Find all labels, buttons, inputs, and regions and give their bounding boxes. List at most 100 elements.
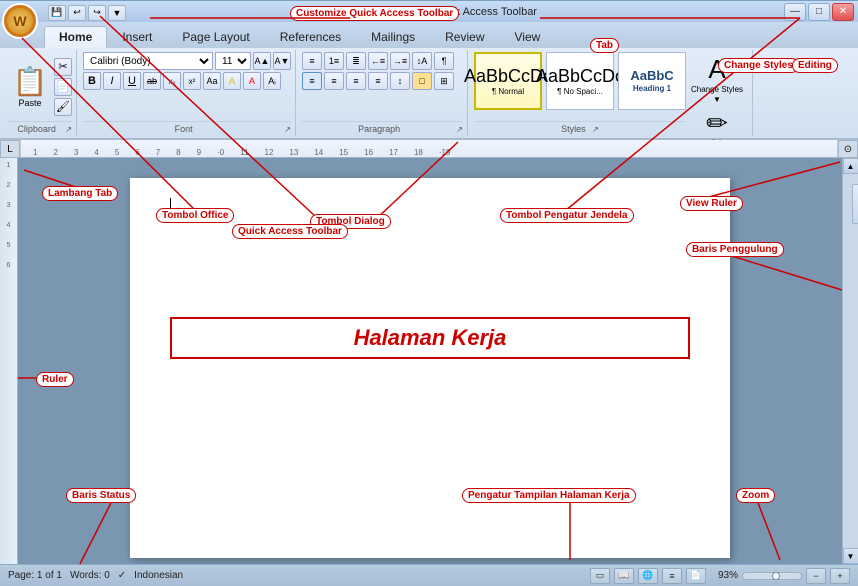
- increase-indent-button[interactable]: →≡: [390, 52, 410, 70]
- change-styles-dropdown[interactable]: ▼: [713, 95, 721, 104]
- ruler-container: L 1 2 3 4 5 6 7 8 9 ·0 11 12 13 14 15 16…: [0, 140, 858, 158]
- align-left-button[interactable]: ≡: [302, 72, 322, 90]
- maximize-button[interactable]: □: [808, 3, 830, 21]
- cut-button[interactable]: ✂: [54, 58, 72, 76]
- style-no-spacing-label: ¶ No Spaci...: [557, 87, 603, 96]
- web-layout-button[interactable]: 🌐: [638, 568, 658, 584]
- style-no-spacing-button[interactable]: AaBbCcDc ¶ No Spaci...: [546, 52, 614, 110]
- style-no-spacing-preview: AaBbCcDc: [536, 67, 624, 85]
- font-size-select[interactable]: 11: [215, 52, 251, 70]
- document-area[interactable]: Halaman Kerja: [18, 158, 842, 564]
- change-case-button[interactable]: Aa: [203, 72, 221, 90]
- tab-review[interactable]: Review: [430, 26, 499, 48]
- ruler-mark-19: ·19: [431, 148, 459, 157]
- subscript-button[interactable]: x₂: [163, 72, 181, 90]
- justify-button[interactable]: ≡: [368, 72, 388, 90]
- ribbon: Home Insert Page Layout References Maili…: [0, 22, 858, 140]
- qat-customize-button[interactable]: ▼: [108, 5, 126, 21]
- underline-button[interactable]: U: [123, 72, 141, 90]
- ruler-mark-18: 18: [406, 148, 431, 157]
- font-dialog-launcher[interactable]: ↗: [284, 125, 291, 134]
- font-color-button[interactable]: A: [243, 72, 261, 90]
- decrease-indent-button[interactable]: ←≡: [368, 52, 388, 70]
- superscript-button[interactable]: x²: [183, 72, 201, 90]
- copy-button[interactable]: 📄: [54, 78, 72, 96]
- office-button[interactable]: W: [2, 3, 38, 39]
- zoom-thumb: [772, 572, 780, 580]
- font-name-select[interactable]: Calibri (Body): [83, 52, 213, 70]
- vertical-scrollbar[interactable]: ▲ ▼: [842, 158, 858, 564]
- tab-page-layout[interactable]: Page Layout: [167, 26, 264, 48]
- font-content: Calibri (Body) 11 A▲ A▼ B I U ab x₂: [83, 52, 291, 121]
- zoom-slider[interactable]: [742, 572, 802, 580]
- format-painter-button[interactable]: 🖌: [54, 98, 72, 116]
- zoom-percent: 93%: [718, 570, 738, 581]
- change-styles-icon: A: [708, 54, 725, 85]
- ruler-mark-8: 8: [168, 148, 188, 157]
- text-cursor: [170, 198, 171, 214]
- numbering-button[interactable]: 1≡: [324, 52, 344, 70]
- styles-dialog-launcher[interactable]: ↗: [592, 125, 599, 134]
- sort-button[interactable]: ↕A: [412, 52, 432, 70]
- zoom-in-button[interactable]: +: [830, 568, 850, 584]
- page-info: Page: 1 of 1: [8, 570, 62, 581]
- qat-undo-button[interactable]: ↩: [68, 5, 86, 21]
- bullets-button[interactable]: ≡: [302, 52, 322, 70]
- style-heading1-button[interactable]: AaBbC Heading 1: [618, 52, 686, 110]
- qat-save-button[interactable]: 💾: [48, 5, 66, 21]
- clipboard-dialog-launcher[interactable]: ↗: [65, 125, 72, 134]
- tab-mailings[interactable]: Mailings: [356, 26, 430, 48]
- main-area: 1 2 3 4 5 6 Halaman Kerja ▲ ▼: [0, 158, 858, 564]
- app-container: W 💾 ↩ ↪ ▼ Customize Quick Access Toolbar…: [0, 0, 858, 586]
- tab-home[interactable]: Home: [44, 26, 107, 48]
- styles-group-label: Styles: [561, 124, 586, 134]
- tab-references[interactable]: References: [265, 26, 356, 48]
- draft-button[interactable]: 📄: [686, 568, 706, 584]
- borders-button[interactable]: ⊞: [434, 72, 454, 90]
- ruler-mark-5: 5: [107, 148, 127, 157]
- align-center-button[interactable]: ≡: [324, 72, 344, 90]
- zoom-out-button[interactable]: −: [806, 568, 826, 584]
- outline-button[interactable]: ≡: [662, 568, 682, 584]
- ruler-left-button[interactable]: L: [0, 140, 20, 158]
- view-ruler-button[interactable]: ⊙: [838, 140, 858, 158]
- show-hide-button[interactable]: ¶: [434, 52, 454, 70]
- clear-formatting-button[interactable]: Aᵢ: [263, 72, 281, 90]
- change-styles-button[interactable]: A Change Styles ▼: [690, 54, 744, 104]
- language[interactable]: Indonesian: [134, 570, 183, 581]
- tab-view[interactable]: View: [500, 26, 556, 48]
- v-ruler-2: 2: [7, 182, 11, 202]
- close-button[interactable]: ✕: [832, 3, 854, 21]
- full-reading-button[interactable]: 📖: [614, 568, 634, 584]
- multilevel-button[interactable]: ≣: [346, 52, 366, 70]
- scroll-thumb[interactable]: [852, 184, 858, 224]
- v-ruler-1: 1: [7, 162, 11, 182]
- ruler-mark-15: 15: [331, 148, 356, 157]
- title-bar: W 💾 ↩ ↪ ▼ Customize Quick Access Toolbar…: [0, 0, 858, 22]
- ruler-mark-7: 7: [148, 148, 168, 157]
- paragraph-dialog-launcher[interactable]: ↗: [456, 125, 463, 134]
- vertical-ruler: 1 2 3 4 5 6: [0, 158, 18, 564]
- scroll-down-button[interactable]: ▼: [843, 548, 858, 564]
- qat-redo-button[interactable]: ↪: [88, 5, 106, 21]
- shading-button[interactable]: □: [412, 72, 432, 90]
- align-right-button[interactable]: ≡: [346, 72, 366, 90]
- scroll-up-button[interactable]: ▲: [843, 158, 858, 174]
- italic-button[interactable]: I: [103, 72, 121, 90]
- strikethrough-button[interactable]: ab: [143, 72, 161, 90]
- horizontal-ruler: 1 2 3 4 5 6 7 8 9 ·0 11 12 13 14 15 16 1…: [20, 140, 838, 157]
- text-highlight-button[interactable]: A: [223, 72, 241, 90]
- print-layout-button[interactable]: ▭: [590, 568, 610, 584]
- decrease-font-button[interactable]: A▼: [273, 52, 291, 70]
- word-count: Words: 0: [70, 570, 110, 581]
- clipboard-content: 📋 Paste ✂ 📄 🖌: [8, 52, 72, 121]
- document-page[interactable]: Halaman Kerja: [130, 178, 730, 558]
- tab-insert[interactable]: Insert: [107, 26, 167, 48]
- paste-button[interactable]: 📋 Paste: [8, 63, 52, 110]
- ribbon-group-clipboard: 📋 Paste ✂ 📄 🖌 Clipboard ↗: [4, 50, 77, 136]
- bold-button[interactable]: B: [83, 72, 101, 90]
- minimize-button[interactable]: —: [784, 3, 806, 21]
- increase-font-button[interactable]: A▲: [253, 52, 271, 70]
- style-normal-button[interactable]: AaBbCcDc ¶ Normal: [474, 52, 542, 110]
- line-spacing-button[interactable]: ↕: [390, 72, 410, 90]
